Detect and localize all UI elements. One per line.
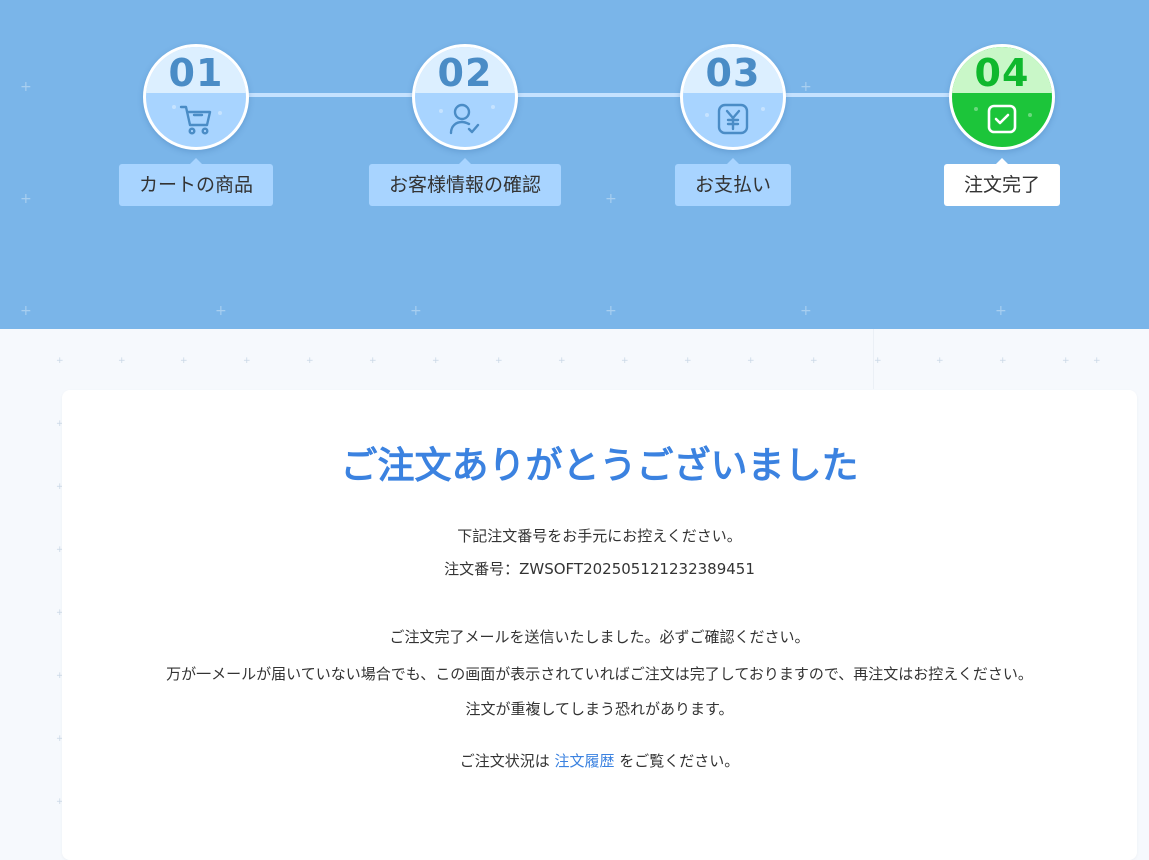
decor-plus-icon: + <box>369 356 377 366</box>
decor-plus-icon: + <box>605 191 617 207</box>
step-circle: 04 <box>949 44 1055 150</box>
order-number: ZWSOFT20250512123238945​1 <box>519 560 755 578</box>
decor-plus-icon: + <box>243 356 251 366</box>
status-suffix: をご覧ください。 <box>614 752 740 770</box>
step-number: 01 <box>168 51 224 95</box>
decor-plus-icon: + <box>936 356 944 366</box>
decor-plus-icon: + <box>306 356 314 366</box>
decor-plus-icon: + <box>215 303 227 319</box>
cart-icon <box>179 105 212 135</box>
decor-plus-icon: + <box>180 356 188 366</box>
decor-plus-icon: + <box>800 79 812 95</box>
no-email-note: 万が一メールが届いていない場合でも、この画面が表示されていればご注文は完了してお… <box>166 665 1033 683</box>
decor-plus-icon: + <box>605 303 617 319</box>
order-number-label: 注文番号： <box>444 560 520 578</box>
decor-plus-icon: + <box>810 356 818 366</box>
step-label: お客様情報の確認 <box>368 158 562 206</box>
duplicate-warning: 注文が重複してしまう恐れがあります。 <box>465 700 734 718</box>
status-prefix: ご注文状況は <box>459 752 555 770</box>
decor-plus-icon: + <box>999 356 1007 366</box>
decor-plus-icon: + <box>20 191 32 207</box>
step-connector <box>515 93 685 97</box>
step-connector <box>246 93 416 97</box>
email-sent-note: ご注文完了メールを送信いたしました。必ずご確認ください。 <box>389 628 810 646</box>
yen-icon <box>717 103 749 135</box>
decor-plus-icon: + <box>432 356 440 366</box>
order-status-line: ご注文状況は 注文履歴 をご覧ください。 <box>62 750 1137 771</box>
step-label: 注文完了 <box>943 158 1061 206</box>
decor-plus-icon: + <box>558 356 566 366</box>
step-circle: 02 <box>412 44 518 150</box>
decor-plus-icon: + <box>118 356 126 366</box>
progress-header: + + + + + + + + + + + 01 カートの商品 <box>0 0 1149 329</box>
decor-plus-icon: + <box>410 303 422 319</box>
step-number: 04 <box>974 51 1030 95</box>
decor-plus-icon: + <box>1093 356 1101 366</box>
step-number: 03 <box>705 51 761 95</box>
order-complete-card: ご注文ありがとうございました 下記注文番号をお手元にお控えください。 注文番号：… <box>62 390 1137 860</box>
order-number-line: 注文番号：ZWSOFT20250512123238945​1 <box>62 558 1137 579</box>
decor-plus-icon: + <box>621 356 629 366</box>
decor-plus-icon: + <box>1062 356 1070 366</box>
page-title: ご注文ありがとうございました <box>340 444 859 487</box>
decor-plus-icon: + <box>20 303 32 319</box>
user-check-icon <box>449 103 480 135</box>
decor-plus-icon: + <box>684 356 692 366</box>
step-circle: 01 <box>143 44 249 150</box>
decor-plus-icon: + <box>800 303 812 319</box>
keep-number-note: 下記注文番号をお手元にお控えください。 <box>457 527 742 545</box>
step-label: お支払い <box>674 158 792 206</box>
decor-plus-icon: + <box>747 356 755 366</box>
decor-plus-icon: + <box>56 356 64 366</box>
check-square-icon <box>987 104 1017 134</box>
step-connector <box>783 93 953 97</box>
decor-plus-icon: + <box>495 356 503 366</box>
decor-plus-icon: + <box>20 79 32 95</box>
step-circle: 03 <box>680 44 786 150</box>
step-label: カートの商品 <box>118 158 274 206</box>
decor-plus-icon: + <box>874 356 882 366</box>
decor-plus-icon: + <box>995 303 1007 319</box>
step-number: 02 <box>437 51 493 95</box>
order-history-link[interactable]: 注文履歴 <box>554 752 614 770</box>
